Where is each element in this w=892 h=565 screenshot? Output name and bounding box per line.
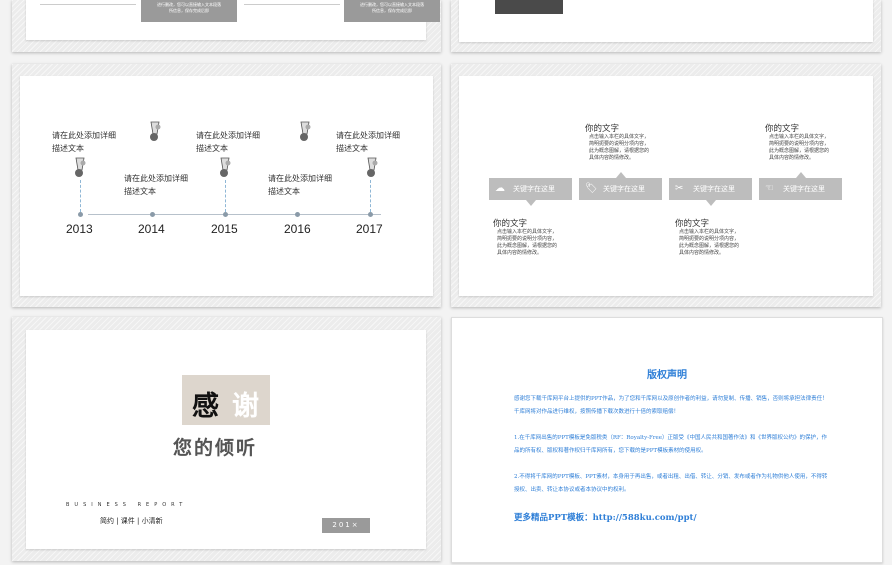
year-label: 2016 — [284, 222, 311, 236]
hand-icon: ☜ — [765, 183, 774, 194]
timeline-connector — [80, 180, 81, 212]
copyright-title: 版权声明 — [647, 370, 687, 381]
slide-canvas — [459, 0, 873, 42]
glass-icon — [367, 157, 378, 177]
keywords-canvas: 你的文字 点击输入本栏的具体文字， 简明扼要的说明分项内容， 此为概念图解，请根… — [459, 76, 873, 296]
dark-block — [495, 0, 563, 14]
slide-thumbnail-2[interactable] — [451, 0, 881, 52]
copyright-paragraph: 感谢您下载千库网平台上提供的PPT作品，为了您和千库网以及原创作者的利益，请勿复… — [514, 396, 828, 415]
tag-icon: 🏷 — [585, 183, 598, 194]
pointer-down — [706, 200, 716, 206]
block-body: 点击输入本栏的具体文字， 简明扼要的说明分项内容， 此为概念图解，请根据您的 具… — [679, 229, 740, 256]
block-title: 你的文字 — [765, 124, 800, 134]
block-body: 点击输入本栏的具体文字， 简明扼要的说明分项内容， 此为概念图解，请根据您的 具… — [589, 134, 650, 161]
keyword-box: ☜ 关键字在这里 — [759, 172, 842, 200]
business-report-label: BUSINESS REPORT — [66, 502, 188, 508]
glass-icon — [150, 121, 161, 141]
year-badge: 201× — [322, 518, 370, 533]
block-title: 你的文字 — [585, 124, 620, 134]
thanks-canvas: 感 谢 您的倾听 BUSINESS REPORT 简约 | 课件 | 小清新 2… — [26, 330, 426, 549]
thanks-char-2: 谢 — [232, 391, 259, 422]
slide-canvas: 进行删改，您可以直接输入文本段落 所信息，保存完成后即 进行删改，您可以直接输入… — [26, 0, 440, 40]
timeline-description: 请在此处添加详细 描述文本 — [124, 174, 188, 196]
content-box — [244, 0, 340, 5]
year-label: 2013 — [66, 222, 93, 236]
pointer-down — [526, 200, 536, 206]
timeline-dot — [150, 212, 155, 217]
keyword-label: 关键字在这里 — [693, 185, 735, 193]
timeline-axis — [88, 214, 381, 215]
timeline-dot — [368, 212, 373, 217]
timeline-canvas: 2013 2014 2015 2016 2017 请在此处添加详细 描述文本 请… — [20, 76, 433, 296]
content-box — [40, 0, 136, 5]
slide-thumbnail-copyright[interactable]: 版权声明 感谢您下载千库网平台上提供的PPT作品，为了您和千库网以及原创作者的利… — [451, 317, 883, 563]
block-body: 点击输入本栏的具体文字， 简明扼要的说明分项内容， 此为概念图解，请根据您的 具… — [497, 229, 558, 256]
slide-thumbnail-thanks[interactable]: 感 谢 您的倾听 BUSINESS REPORT 简约 | 课件 | 小清新 2… — [12, 317, 441, 561]
pointer-up — [616, 172, 626, 178]
glass-icon — [220, 157, 231, 177]
timeline-connector — [370, 180, 371, 212]
timeline-dot — [78, 212, 83, 217]
year-label: 2017 — [356, 222, 383, 236]
keyword-label: 关键字在这里 — [783, 185, 825, 193]
copyright-paragraph: 2.不得将千库网的PPT模板、PPT素材，本身用于再出售，或者出租、出借、转让、… — [514, 474, 828, 493]
timeline-description: 请在此处添加详细 描述文本 — [52, 131, 116, 153]
slide-thumbnail-keywords[interactable]: 你的文字 点击输入本栏的具体文字， 简明扼要的说明分项内容， 此为概念图解，请根… — [451, 64, 881, 307]
more-templates-link[interactable]: 更多精品PPT模板：http://588ku.com/ppt/ — [514, 511, 697, 523]
timeline-description: 请在此处添加详细 描述文本 — [336, 131, 400, 153]
style-tags: 简约 | 课件 | 小清新 — [100, 517, 163, 525]
keyword-label: 关键字在这里 — [513, 185, 555, 193]
block-title: 你的文字 — [493, 219, 528, 229]
keyword-box: ✂ 关键字在这里 — [669, 178, 752, 206]
thanks-char-1: 感 — [192, 391, 219, 422]
timeline-dot — [223, 212, 228, 217]
year-label: 2015 — [211, 222, 238, 236]
pointer-up — [796, 172, 806, 178]
cloud-icon: ☁ — [495, 183, 505, 194]
keyword-box: ☁ 关键字在这里 — [489, 178, 572, 206]
content-box: 进行删改，您可以直接输入文本段落 所信息，保存完成后即 — [141, 0, 237, 22]
keyword-box: 🏷 关键字在这里 — [579, 172, 662, 200]
tools-icon: ✂ — [675, 183, 684, 194]
glass-icon — [300, 121, 311, 141]
slide-thumbnail-1[interactable]: 进行删改，您可以直接输入文本段落 所信息，保存完成后即 进行删改，您可以直接输入… — [12, 0, 441, 52]
block-body: 点击输入本栏的具体文字， 简明扼要的说明分项内容， 此为概念图解，请根据您的 具… — [769, 134, 830, 161]
listen-heading: 您的倾听 — [173, 437, 258, 459]
timeline-connector — [225, 180, 226, 212]
slide-thumbnail-timeline[interactable]: 2013 2014 2015 2016 2017 请在此处添加详细 描述文本 请… — [12, 64, 441, 307]
block-title: 你的文字 — [675, 219, 710, 229]
copyright-paragraph: 1.在千库网出售的PPT模板是免版税类（RF：Royalty-Free）正版受《… — [514, 435, 828, 454]
timeline-dot — [295, 212, 300, 217]
timeline-description: 请在此处添加详细 描述文本 — [268, 174, 332, 196]
keyword-label: 关键字在这里 — [603, 185, 645, 193]
year-label: 2014 — [138, 222, 165, 236]
timeline-description: 请在此处添加详细 描述文本 — [196, 131, 260, 153]
glass-icon — [75, 157, 86, 177]
content-box: 进行删改，您可以直接输入文本段落 所信息，保存完成后即 — [344, 0, 440, 22]
